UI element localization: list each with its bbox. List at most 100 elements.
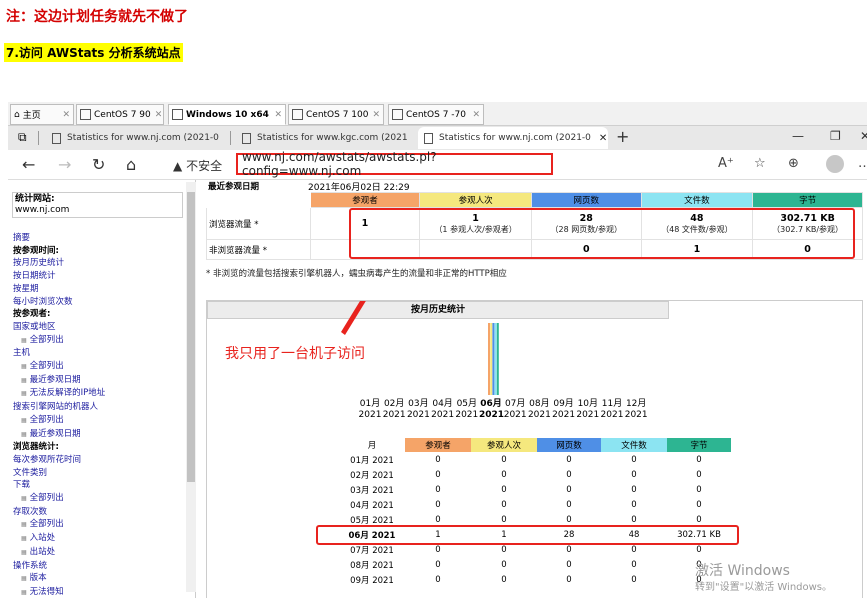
close-icon[interactable]: ✕ [270, 110, 282, 120]
sidebar-menu-item[interactable]: ▦ 最近参观日期 [13, 428, 185, 442]
sidebar-menu-label: 存取次数 [13, 506, 48, 517]
browser-tab-label: Statistics for www.nj.com (2021-0 [67, 133, 219, 143]
list-icon: ▦ [21, 376, 27, 384]
favorites-icon[interactable]: ☆ [754, 156, 766, 171]
monthly-chart [488, 323, 499, 395]
sidebar-menu-label: 国家或地区 [13, 321, 56, 332]
sidebar-menu-item[interactable]: 文件类别 [13, 467, 185, 480]
sidebar-menu-label: 全部列出 [29, 334, 64, 345]
sidebar-menu-label: 操作系统 [13, 560, 48, 571]
document-icon [242, 132, 251, 144]
sidebar-menu-label: 文件类别 [13, 467, 48, 478]
list-icon: ▦ [21, 336, 27, 344]
value-cell: 0 [631, 559, 637, 570]
sidebar-menu-item[interactable]: 按月历史统计 [13, 257, 185, 270]
refresh-icon[interactable]: ↻ [92, 155, 105, 174]
value-cell: 0 [501, 484, 507, 495]
browser-tab-3[interactable]: Statistics for www.nj.com (2021-0 ✕ [418, 127, 608, 149]
read-aloud-icon[interactable]: A⁺ [718, 156, 734, 171]
main-content: 最近参观日期 2021年06月02日 22:29 参观者 参观人次 网页数 文件… [196, 180, 867, 598]
year-label: 2021 [527, 410, 551, 420]
home-icon[interactable]: ⌂ [126, 155, 136, 174]
value-cell: 0 [696, 454, 702, 465]
list-icon: ▦ [21, 575, 27, 583]
monthly-panel: 按月历史统计 我只用了一台机子访问 01月 2021 02月 2021 03月 2021 0… [206, 300, 863, 598]
vm-tab-centos70[interactable]: CentOS 7 -70 ✕ [388, 104, 484, 125]
year-label: 2021 [600, 410, 624, 420]
restore-icon[interactable]: ❐ [830, 129, 841, 143]
value-cell: 0 [435, 499, 441, 510]
close-icon[interactable]: ✕ [151, 110, 163, 120]
sidebar-menu-item[interactable]: ▦ 无法得知 [13, 586, 185, 598]
month-label: 03月 [408, 399, 429, 409]
close-icon[interactable]: ✕ [599, 133, 607, 144]
table-header-cell: 字节 [667, 438, 731, 452]
bar-文件数-06月 2021 [494, 323, 497, 395]
sidebar-menu-item: 按参观者: [13, 308, 185, 321]
highlight-box-summary [349, 208, 855, 259]
sidebar-menu-item[interactable]: 搜索引擎网站的机器人 [13, 401, 185, 414]
sidebar-menu-label: 全部列出 [29, 519, 64, 530]
sidebar-menu-label: 浏览器统计: [13, 442, 59, 453]
security-indicator[interactable]: ▲ 不安全 [173, 157, 222, 174]
table-header-cell: 月 [339, 438, 405, 452]
sidebar-menu-item[interactable]: 按日期统计 [13, 270, 185, 283]
month-label: 04月 [432, 399, 453, 409]
vm-tab-home[interactable]: ⌂ 主页 ✕ [10, 104, 74, 125]
sidebar-scrollbar-thumb[interactable] [187, 192, 195, 482]
sidebar-menu-item[interactable]: 操作系统 [13, 560, 185, 573]
close-icon[interactable]: ✕ [58, 110, 70, 120]
new-tab-icon[interactable]: + [616, 127, 629, 146]
more-icon[interactable]: … [858, 156, 867, 171]
sidebar-menu-item[interactable]: ▦ 全部列出 [13, 492, 185, 506]
sidebar-menu-item[interactable]: ▦ 全部列出 [13, 414, 185, 428]
vm-tab-windows10[interactable]: Windows 10 x64 ✕ [168, 104, 286, 125]
sidebar-menu-item[interactable]: 摘要 [13, 232, 185, 245]
sidebar-menu-item[interactable]: ▦ 版本 [13, 572, 185, 586]
vm-tab-centos100[interactable]: CentOS 7 100 ✕ [288, 104, 384, 125]
sidebar-menu-label: 搜索引擎网站的机器人 [13, 402, 99, 413]
url-field[interactable]: www.nj.com/awstats/awstats.pl?config=www… [236, 150, 553, 178]
sidebar-menu-item[interactable]: ▦ 全部列出 [13, 360, 185, 374]
collections-icon[interactable]: ⊕ [788, 156, 799, 171]
close-icon[interactable]: ✕ [468, 110, 480, 120]
close-icon[interactable]: ✕ [227, 133, 228, 144]
sidebar-menu-item[interactable]: 国家或地区 [13, 321, 185, 334]
sidebar-menu-item[interactable]: 存取次数 [13, 506, 185, 519]
value-cell: 0 [435, 469, 441, 480]
tab-actions-icon[interactable]: ⧉ [18, 130, 27, 145]
profile-avatar[interactable] [826, 155, 844, 173]
sidebar-menu-item[interactable]: 每小时浏览次数 [13, 296, 185, 309]
header-bytes: 字节 [752, 192, 863, 208]
year-label: 2021 [624, 410, 648, 420]
browser-tab-2[interactable]: Statistics for www.kgc.com (2021 ✕ [236, 127, 414, 149]
close-icon[interactable]: ✕ [368, 110, 380, 120]
sidebar-menu-item[interactable]: 每次参观所花时间 [13, 454, 185, 467]
close-window-icon[interactable]: ✕ [860, 129, 867, 143]
watermark-line2: 转到"设置"以激活 Windows。 [695, 582, 833, 593]
note-text: 注：这边计划任务就先不做了 [6, 9, 188, 25]
minimize-icon[interactable]: — [792, 129, 804, 143]
bar-字节-06月 2021 [496, 323, 499, 395]
value-cell: 0 [696, 484, 702, 495]
sidebar-menu-item[interactable]: 按星期 [13, 283, 185, 296]
month-label: 12月 [625, 399, 647, 409]
vm-tab-centos90[interactable]: CentOS 7 90 ✕ [76, 104, 164, 125]
sidebar-menu-item[interactable]: ▦ 最近参观日期 [13, 374, 185, 388]
list-icon: ▦ [21, 390, 27, 398]
sidebar-menu-item[interactable]: ▦ 入站处 [13, 532, 185, 546]
vm-icon [80, 109, 91, 120]
browser-tab-1[interactable]: Statistics for www.nj.com (2021-0 ✕ [46, 127, 228, 149]
vm-icon [392, 109, 403, 120]
sidebar-menu-item[interactable]: 下载 [13, 479, 185, 492]
year-label: 2021 [431, 410, 455, 420]
sidebar-menu-item[interactable]: ▦ 无法反解译的IP地址 [13, 387, 185, 401]
sidebar-menu-item[interactable]: ▦ 出站处 [13, 546, 185, 560]
sidebar-menu-item[interactable]: ▦ 全部列出 [13, 518, 185, 532]
sidebar-menu-item[interactable]: ▦ 全部列出 [13, 334, 185, 348]
sidebar-menu-item[interactable]: 主机 [13, 347, 185, 360]
forward-icon[interactable]: → [58, 155, 71, 174]
site-info-box: 统计网站: www.nj.com [12, 192, 183, 218]
site-label: 统计网站: [15, 194, 55, 204]
back-icon[interactable]: ← [22, 155, 35, 174]
